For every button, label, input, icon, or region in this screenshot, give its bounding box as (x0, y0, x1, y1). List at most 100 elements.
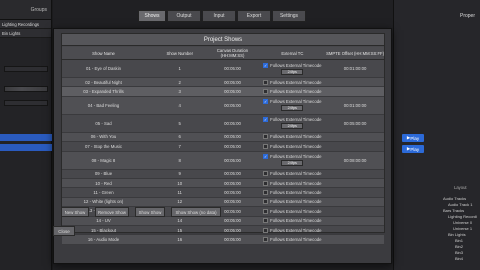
tree-item[interactable]: Bin3 (455, 250, 463, 255)
show-name-cell[interactable]: 12 - White (lights on) (62, 199, 145, 204)
tab-settings[interactable]: Settings (272, 10, 306, 22)
tree-item[interactable]: Lighting Recordi (448, 214, 477, 219)
follows-tc-toggle[interactable]: Follows External Timecode (263, 218, 322, 224)
selected-track-strip[interactable] (0, 134, 52, 141)
show-name-cell[interactable]: 08 - Magic 8 (62, 158, 145, 163)
checkbox-checked-icon[interactable]: ✓ (263, 99, 269, 105)
show-name-cell[interactable]: 07 - Stop the Music (62, 144, 145, 149)
checkbox-icon[interactable] (263, 199, 269, 205)
show-number-cell[interactable]: 5 (145, 121, 214, 126)
play-button[interactable]: ▶ Play (402, 134, 424, 142)
duration-cell[interactable]: 00:05:00 (206, 237, 258, 242)
show-name-cell[interactable]: 06 - With You (62, 134, 145, 139)
table-row[interactable]: 01 - Eye of Daskin 1 00:05:00 ✓ Follows Exte… (62, 60, 384, 78)
table-row[interactable]: 08 - Magic 8 8 00:05:00 ✓ Follows External T… (62, 151, 384, 170)
duration-cell[interactable]: 00:05:00 (206, 199, 258, 204)
fps-select[interactable]: 24fps (281, 105, 304, 112)
table-row[interactable]: 10 - Red 10 00:05:00 Follows External Timec… (62, 178, 384, 189)
follows-tc-toggle[interactable]: ✓ Follows External Timecode (263, 99, 322, 105)
duration-cell[interactable]: 00:05:00 (206, 218, 258, 223)
show-name-cell[interactable]: 03 - Expanded Thrills (62, 89, 145, 94)
show-number-cell[interactable]: 15 (145, 228, 214, 233)
fps-select[interactable]: 24fps (281, 160, 304, 167)
show-number-cell[interactable]: 16 (145, 237, 214, 242)
new-show-button[interactable]: New Show (61, 207, 89, 217)
show-name-cell[interactable]: 05 - Sad (62, 121, 145, 126)
show-number-cell[interactable]: 6 (145, 134, 214, 139)
table-row[interactable]: 14 - UV 14 00:05:00 Follows External Timeco… (62, 216, 384, 226)
duration-cell[interactable]: 00:05:00 (206, 134, 258, 139)
show-number-cell[interactable]: 10 (145, 181, 214, 186)
tree-item[interactable]: Bars Tracks (443, 208, 464, 213)
checkbox-checked-icon[interactable]: ✓ (263, 154, 269, 160)
table-row[interactable]: 15 - Blackout 15 00:05:00 Follows External … (62, 226, 384, 236)
play-button[interactable]: ▶ Play (402, 145, 424, 153)
tree-item[interactable]: Bin4 (455, 256, 463, 261)
table-row[interactable]: 05 - Sad 5 00:05:00 ✓ Follows External Timec… (62, 115, 384, 133)
follows-tc-toggle[interactable]: ✓ Follows External Timecode (263, 62, 322, 68)
table-row[interactable]: 12 - White (lights on) 12 00:05:00 Follows … (62, 197, 384, 208)
table-row[interactable]: 03 - Expanded Thrills 3 00:05:00 Follows Ex… (62, 87, 384, 97)
show-number-cell[interactable]: 12 (145, 199, 214, 204)
table-row[interactable]: 06 - With You 6 00:05:00 Follows External T… (62, 132, 384, 143)
smpte-offset-cell[interactable]: 00:01:00:00 (326, 66, 384, 71)
show-number-cell[interactable]: 7 (145, 144, 214, 149)
follows-tc-toggle[interactable]: Follows External Timecode (263, 190, 322, 196)
tree-item[interactable]: Bin Lights (448, 232, 466, 237)
show-name-cell[interactable]: 02 - Beautiful Night (62, 80, 145, 85)
smpte-offset-cell[interactable]: 00:05:00:00 (326, 121, 384, 126)
follows-tc-toggle[interactable]: ✓ Follows External Timecode (263, 154, 322, 160)
checkbox-icon[interactable] (263, 218, 269, 224)
group-item[interactable]: Lighting Recordings (0, 20, 51, 29)
show-number-cell[interactable]: 11 (145, 190, 214, 195)
show-number-cell[interactable]: 8 (145, 158, 214, 163)
checkbox-icon[interactable] (263, 180, 269, 186)
duration-cell[interactable]: 00:05:00 (206, 144, 258, 149)
fps-select[interactable]: 24fps (281, 68, 304, 75)
tree-item[interactable]: Universe 1 (453, 226, 472, 231)
tab-output[interactable]: Output (167, 10, 201, 22)
checkbox-icon[interactable] (263, 134, 269, 140)
show-name-cell[interactable]: 09 - Blue (62, 171, 145, 176)
show-name-cell[interactable]: 10 - Red (62, 181, 145, 186)
smpte-offset-cell[interactable]: 00:01:00:00 (326, 103, 384, 108)
show-name-cell[interactable]: 16 - Audio Mode (62, 237, 145, 242)
remove-show-button[interactable]: Remove Show (95, 207, 129, 217)
show-name-cell[interactable]: 01 - Eye of Daskin (62, 66, 145, 71)
tree-item[interactable]: Bin2 (455, 244, 463, 249)
checkbox-icon[interactable] (263, 89, 269, 95)
checkbox-icon[interactable] (263, 236, 269, 242)
checkbox-icon[interactable] (263, 227, 269, 233)
checkbox-icon[interactable] (263, 143, 269, 149)
checkbox-checked-icon[interactable]: ✓ (263, 117, 269, 123)
tab-input[interactable]: Input (202, 10, 236, 22)
table-row[interactable]: 07 - Stop the Music 7 00:05:00 Follows Exte… (62, 142, 384, 152)
follows-tc-toggle[interactable]: Follows External Timecode (263, 208, 322, 214)
follows-tc-toggle[interactable]: Follows External Timecode (263, 79, 322, 85)
show-number-cell[interactable]: 9 (145, 171, 214, 176)
table-row[interactable]: 02 - Beautiful Night 2 00:05:00 Follows Ext… (62, 78, 384, 88)
tree-item[interactable]: Audio Tracks (443, 196, 466, 201)
smpte-offset-cell[interactable]: 00:08:00:00 (326, 158, 384, 163)
follows-tc-toggle[interactable]: Follows External Timecode (263, 143, 322, 149)
follows-tc-toggle[interactable]: Follows External Timecode (263, 236, 322, 242)
table-row[interactable]: 11 - Green 11 00:05:00 Follows External Tim… (62, 188, 384, 198)
tab-shows[interactable]: Shows (138, 10, 166, 22)
duration-cell[interactable]: 00:05:00 (206, 190, 258, 195)
checkbox-icon[interactable] (263, 171, 269, 177)
checkbox-icon[interactable] (263, 190, 269, 196)
checkbox-checked-icon[interactable]: ✓ (263, 62, 269, 68)
duration-cell[interactable]: 00:05:00 (206, 121, 258, 126)
fps-select[interactable]: 24fps (281, 123, 304, 130)
table-row[interactable]: 16 - Audio Mode 16 00:05:00 Follows Externa… (62, 235, 384, 245)
show-name-cell[interactable]: 04 - Bad Feeling (62, 103, 145, 108)
selected-track-strip[interactable] (0, 144, 52, 151)
duration-cell[interactable]: 00:05:00 (206, 103, 258, 108)
show-show-no-data-button[interactable]: Show Show (no data) (171, 207, 221, 217)
group-item[interactable]: Bin Lights (0, 29, 51, 38)
show-name-cell[interactable]: 14 - UV (62, 218, 145, 223)
show-number-cell[interactable]: 4 (145, 103, 214, 108)
follows-tc-toggle[interactable]: Follows External Timecode (263, 89, 322, 95)
duration-cell[interactable]: 00:05:00 (206, 181, 258, 186)
show-number-cell[interactable]: 14 (145, 218, 214, 223)
